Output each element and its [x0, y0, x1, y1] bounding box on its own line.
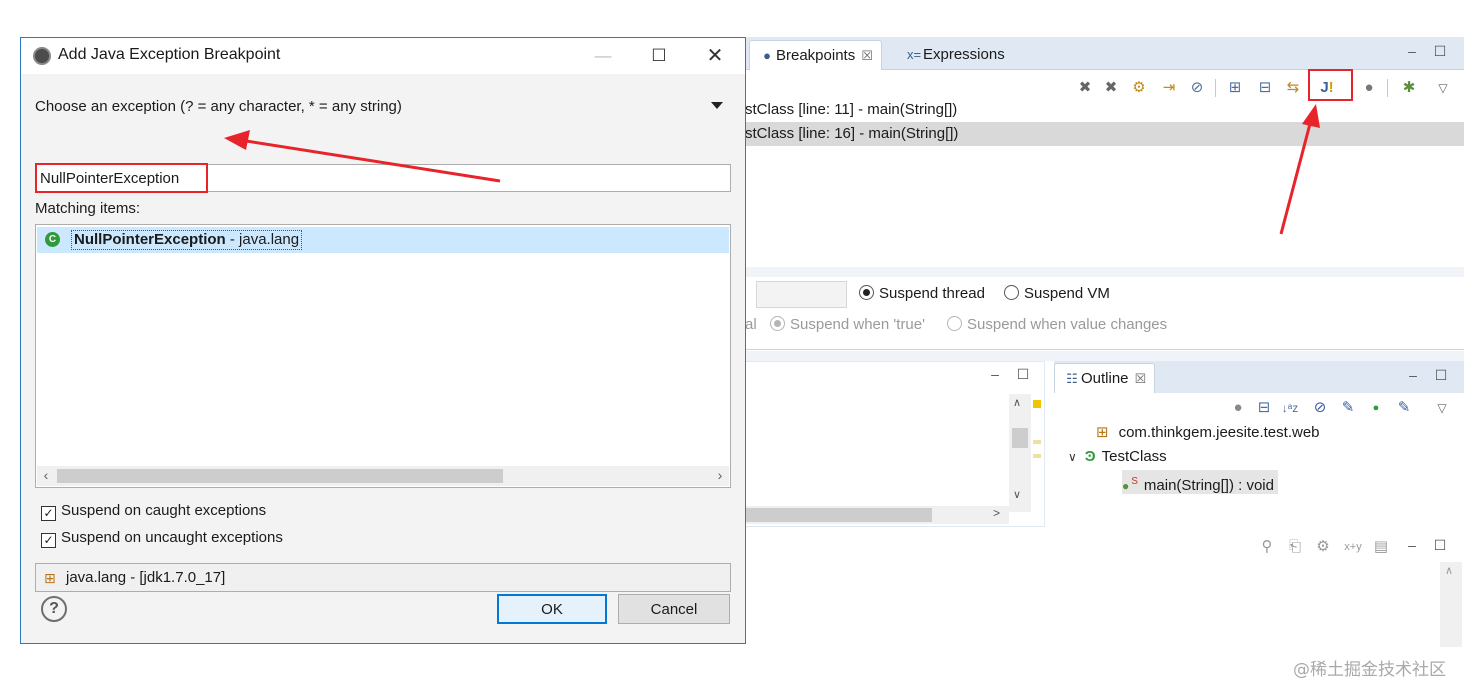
checkmark-icon[interactable]: ✓ — [41, 506, 56, 521]
package-icon: ⊞ — [44, 570, 56, 586]
suspend-uncaught-checkbox[interactable]: ✓ Suspend on uncaught exceptions — [41, 528, 283, 548]
choose-exception-label: Choose an exception (? = any character, … — [35, 98, 402, 115]
outline-view: ☷ Outline ☒ – ☐ ● ⊟ ↓ᵃz ⊘ ✎ ● ✎ ▽ ⊞ com.thi… — [1054, 361, 1464, 527]
tab-outline[interactable]: ☷ Outline ☒ — [1054, 363, 1156, 393]
editor-panel: – ☐ ∧ ∨ > — [745, 361, 1045, 527]
suspend-thread-option[interactable]: Suspend thread — [859, 285, 985, 302]
dialog-body: Choose an exception (? = any character, … — [21, 74, 745, 643]
tab-breakpoints[interactable]: ● Breakpoints ☒ — [749, 40, 882, 70]
expressions-icon: x= — [906, 47, 922, 62]
toolbar-highlight-box — [1308, 69, 1353, 101]
checkmark-icon[interactable]: ✓ — [41, 533, 56, 548]
hide-fields-icon[interactable]: ● — [1228, 398, 1248, 418]
exception-package: - java.lang — [225, 231, 300, 248]
hide-static-icon[interactable]: ✎ — [1338, 398, 1358, 418]
document-icon[interactable]: ▤ — [1371, 537, 1391, 557]
expand-all-icon[interactable]: ⊞ — [1225, 78, 1245, 98]
tree-class[interactable]: ∨ Ͽ TestClass — [1068, 445, 1167, 469]
minimize-icon[interactable]: — — [583, 43, 623, 69]
format-icon[interactable]: x+y — [1343, 537, 1363, 557]
exception-name: NullPointerException — [74, 231, 226, 248]
hide-non-public-icon[interactable]: ⊘ — [1310, 398, 1330, 418]
link-editor-icon[interactable]: ✎ — [1394, 398, 1414, 418]
package-status-field: ⊞ java.lang - [jdk1.7.0_17] — [35, 563, 731, 592]
breakpoints-tabbar: ● Breakpoints ☒ x= Expressions – ☐ — [745, 37, 1464, 70]
maximize-icon[interactable]: ☐ — [639, 43, 679, 69]
console-panel: ⚲ ⎗ ⚙ x+y ▤ – ☐ ∧ — [745, 532, 1464, 647]
history-dropdown-icon[interactable] — [711, 102, 723, 109]
maximize-icon[interactable]: ☐ — [1431, 537, 1449, 555]
tab-expressions[interactable]: x= Expressions — [897, 40, 1013, 70]
method-icon: ● — [1122, 479, 1130, 493]
dialog-titlebar: Add Java Exception Breakpoint — ☐ ✕ — [21, 38, 745, 74]
collapse-all-icon[interactable]: ⊟ — [1254, 398, 1274, 418]
conditional-label: al — [745, 316, 757, 333]
outline-icon: ☷ — [1066, 371, 1078, 386]
matching-items-label: Matching items: — [35, 200, 141, 217]
suspend-when-changes-option[interactable]: Suspend when value changes — [947, 316, 1167, 333]
scroll-right-icon[interactable]: › — [711, 466, 729, 486]
hide-local-types-icon[interactable]: ● — [1366, 398, 1386, 418]
minimize-icon[interactable]: – — [1403, 537, 1421, 555]
breakpoints-icon: ● — [763, 48, 771, 63]
tree-package[interactable]: ⊞ com.thinkgem.jeesite.test.web — [1096, 421, 1320, 445]
suspend-vm-option[interactable]: Suspend VM — [1004, 285, 1110, 302]
maximize-icon[interactable]: ☐ — [1014, 366, 1032, 384]
eclipse-workbench: ● Breakpoints ☒ x= Expressions – ☐ ✖ ✖ ⚙ ⇥ … — [745, 37, 1464, 647]
class-icon: C — [45, 232, 60, 247]
add-exception-breakpoint-dialog: Add Java Exception Breakpoint — ☐ ✕ Choo… — [20, 37, 746, 644]
list-item[interactable]: C NullPointerException - java.lang — [37, 227, 729, 253]
eclipse-icon — [33, 47, 51, 65]
breakpoint-row[interactable]: stClass [line: 11] - main(String[]) — [745, 98, 1464, 122]
remove-all-icon[interactable]: ✖ — [1101, 78, 1121, 98]
remove-icon[interactable]: ✖ — [1075, 78, 1095, 98]
skip-all-icon[interactable]: ⊘ — [1187, 78, 1207, 98]
ok-button[interactable]: OK — [497, 594, 607, 624]
collapse-all-icon[interactable]: ⊟ — [1255, 78, 1275, 98]
breakpoint-row-selected[interactable]: stClass [line: 16] - main(String[]) — [745, 122, 1464, 146]
minimize-icon[interactable]: – — [1404, 367, 1422, 385]
close-icon[interactable]: ☒ — [861, 48, 873, 63]
watermark: @稀土掘金技术社区 — [1293, 660, 1446, 680]
close-icon[interactable]: ☒ — [1135, 371, 1147, 386]
suspend-caught-checkbox[interactable]: ✓ Suspend on caught exceptions — [41, 501, 266, 521]
group-by-icon[interactable]: ● — [1359, 78, 1379, 98]
horizontal-scrollbar[interactable]: ‹ › — [37, 466, 729, 486]
tree-method[interactable]: ● Smain(String[]) : void — [1122, 470, 1278, 494]
link-with-debug-icon[interactable]: ⇆ — [1283, 78, 1303, 98]
cancel-button[interactable]: Cancel — [618, 594, 730, 624]
vertical-scrollbar[interactable]: ∧ ∨ — [1009, 394, 1031, 512]
minimize-icon[interactable]: – — [1403, 43, 1421, 61]
sort-icon[interactable]: ↓ᵃz — [1280, 398, 1300, 418]
chevron-down-icon[interactable]: ∨ — [1068, 450, 1077, 464]
copy-icon[interactable]: ⎗ — [1285, 537, 1305, 557]
help-button[interactable]: ? — [41, 596, 67, 622]
maximize-icon[interactable]: ☐ — [1432, 367, 1450, 385]
minimize-icon[interactable]: – — [986, 366, 1004, 384]
scroll-left-icon[interactable]: ‹ — [37, 466, 55, 486]
package-icon: ⊞ — [1096, 424, 1109, 441]
close-icon[interactable]: ✕ — [695, 43, 735, 69]
link-icon[interactable]: ⚙ — [1129, 78, 1149, 98]
search-icon[interactable]: ⚲ — [1257, 537, 1277, 557]
class-icon: Ͽ — [1084, 448, 1096, 465]
vertical-scrollbar[interactable]: ∧ — [1440, 562, 1462, 647]
search-highlight-box — [35, 163, 208, 193]
horizontal-scrollbar[interactable]: > — [746, 506, 1009, 524]
export-icon[interactable]: ⇥ — [1159, 78, 1179, 98]
view-menu-icon[interactable]: ▽ — [1433, 78, 1453, 98]
breakpoint-type-icon[interactable]: ✱ — [1399, 78, 1419, 98]
hit-count-field[interactable] — [756, 281, 847, 308]
matching-items-list[interactable]: C NullPointerException - java.lang ‹ › — [35, 224, 731, 488]
dialog-title: Add Java Exception Breakpoint — [58, 46, 281, 63]
suspend-when-true-option[interactable]: Suspend when 'true' — [770, 316, 925, 333]
static-icon: S — [1131, 476, 1138, 487]
breakpoint-options: Suspend thread Suspend VM al Suspend whe… — [745, 278, 1464, 350]
view-menu-icon[interactable]: ▽ — [1432, 398, 1452, 418]
maximize-icon[interactable]: ☐ — [1431, 43, 1449, 61]
pin-icon[interactable]: ⚙ — [1313, 537, 1333, 557]
